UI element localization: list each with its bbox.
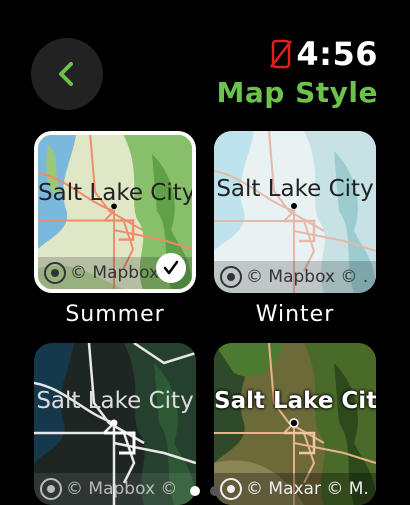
map-style-tile-summer[interactable]: Salt Lake City © Mapbox © (34, 131, 196, 293)
map-style-tile-winter[interactable]: Salt Lake City © Mapbox © . (214, 131, 376, 293)
city-label: Salt Lake City (216, 176, 374, 202)
page-dot-1 (190, 486, 200, 496)
chevron-left-icon (59, 62, 73, 86)
page-dot-2 (210, 486, 220, 496)
attribution: © Mapbox © . (214, 261, 376, 293)
city-label: Salt Lake City (38, 180, 196, 206)
style-label-winter: Winter (255, 302, 335, 327)
phone-disconnected-icon (270, 39, 293, 69)
map-style-tile-dark[interactable]: Salt Lake City © Mapbox © (34, 343, 196, 505)
map-style-tile-satellite[interactable]: Salt Lake City © Maxar © M. (214, 343, 376, 505)
attribution-text: © Mapbox © . (246, 267, 369, 287)
back-button[interactable] (31, 38, 103, 110)
page-title: Map Style (216, 76, 378, 109)
city-label: Salt Lake City (36, 388, 194, 414)
style-label-summer: Summer (65, 302, 165, 327)
mapbox-logo-icon (220, 266, 242, 288)
mapbox-logo-icon (44, 262, 66, 284)
header: 4:56 Map Style (217, 36, 378, 110)
city-label: Salt Lake City (214, 388, 376, 414)
selected-checkmark-icon (156, 253, 186, 283)
clock-time: 4:56 (296, 35, 378, 73)
page-indicator (0, 486, 410, 496)
